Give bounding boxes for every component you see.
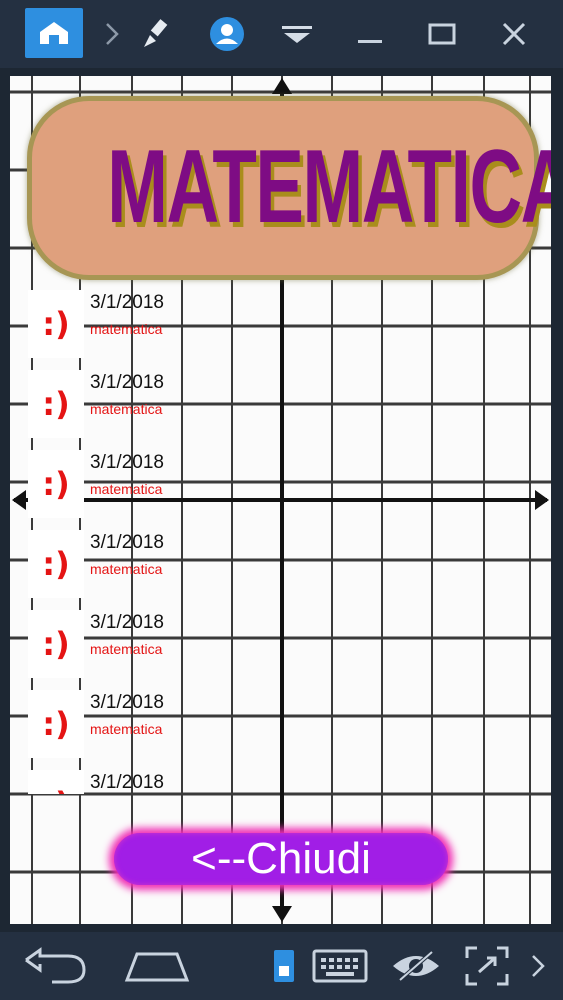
dropdown-icon[interactable] xyxy=(275,8,319,60)
close-button[interactable]: <--Chiudi xyxy=(114,833,448,885)
smiley-icon: :) xyxy=(28,370,84,438)
item-date: 3/1/2018 xyxy=(90,772,164,793)
item-subject: matematica xyxy=(90,321,163,337)
maximize-icon[interactable] xyxy=(424,8,460,60)
chevron-right-icon[interactable] xyxy=(526,938,550,994)
item-subject: matematica xyxy=(90,561,163,577)
title-banner: MATEMATICA xyxy=(27,96,551,280)
close-button-label: <--Chiudi xyxy=(191,834,371,883)
smiley-icon: :) xyxy=(28,290,84,358)
emulator-navbar xyxy=(0,932,563,1000)
list-item[interactable]: :) 3/1/2018 matematica xyxy=(10,604,210,684)
account-icon[interactable] xyxy=(204,8,250,60)
smiley-icon: :) xyxy=(28,690,84,758)
smiley-icon: :) xyxy=(28,770,84,794)
list-item[interactable]: :) 3/1/2018 matematica xyxy=(10,444,210,524)
item-date: 3/1/2018 xyxy=(90,612,164,633)
phone-icon[interactable] xyxy=(266,938,302,994)
item-date: 3/1/2018 xyxy=(90,692,164,713)
app-screen: MATEMATICA :) 3/1/2018 matematica:) 3/1/201… xyxy=(10,76,551,924)
list-item[interactable]: :) 3/1/2018 matematica xyxy=(10,524,210,604)
brush-icon[interactable] xyxy=(134,8,176,60)
keyboard-icon[interactable] xyxy=(310,938,370,994)
item-subject: matematica xyxy=(90,641,163,657)
smiley-icon: :) xyxy=(28,530,84,598)
item-subject: matematica xyxy=(90,721,163,737)
item-date: 3/1/2018 xyxy=(90,452,164,473)
fullscreen-icon[interactable] xyxy=(460,938,514,994)
x-axis-arrow-right xyxy=(535,490,549,510)
list-item[interactable]: :) 3/1/2018 matematica xyxy=(10,284,210,364)
close-icon[interactable] xyxy=(496,8,532,60)
home-outline-icon[interactable] xyxy=(122,938,192,994)
item-date: 3/1/2018 xyxy=(90,292,164,313)
y-axis-arrow-top xyxy=(272,78,292,94)
smiley-icon: :) xyxy=(28,450,84,518)
item-subject: matematica xyxy=(90,401,163,417)
minimize-icon[interactable] xyxy=(352,8,388,60)
item-date: 3/1/2018 xyxy=(90,532,164,553)
back-icon[interactable] xyxy=(20,938,90,994)
chevron-right-icon[interactable] xyxy=(100,8,124,60)
app-title: MATEMATICA xyxy=(107,129,551,245)
list-item[interactable]: :)3/1/2018matematica xyxy=(10,764,210,794)
list-item[interactable]: :) 3/1/2018 matematica xyxy=(10,684,210,764)
item-date: 3/1/2018 xyxy=(90,372,164,393)
emulator-toolbar xyxy=(0,0,563,68)
eye-icon[interactable] xyxy=(388,938,444,994)
item-subject: matematica xyxy=(90,481,163,497)
entry-list[interactable]: :) 3/1/2018 matematica:) 3/1/2018 matematica… xyxy=(10,284,210,794)
home-icon[interactable] xyxy=(25,8,83,58)
smiley-icon: :) xyxy=(28,610,84,678)
list-item[interactable]: :) 3/1/2018 matematica xyxy=(10,364,210,444)
y-axis-arrow-bottom xyxy=(272,906,292,922)
